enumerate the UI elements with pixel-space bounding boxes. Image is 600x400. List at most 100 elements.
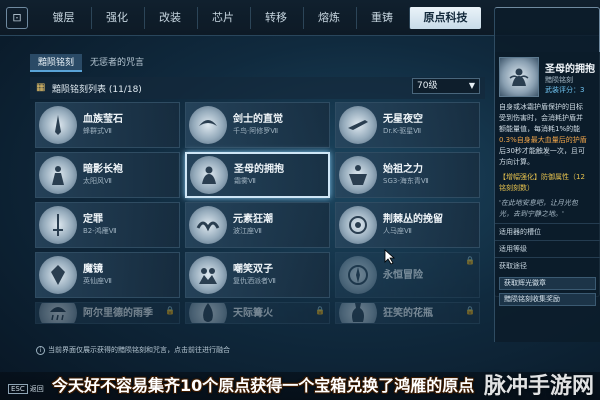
card-name: 始祖之力 [383, 164, 423, 175]
tab-2[interactable]: 改装 [144, 6, 195, 29]
chevron-down-icon: ▼ [468, 81, 475, 90]
sword-icon [39, 206, 77, 244]
back-button[interactable]: ESC 返回 [8, 384, 44, 394]
card-name: 永恒冒险 [383, 269, 423, 281]
compass-icon [339, 256, 377, 294]
slot-row: 适用器的槽位 [495, 223, 600, 240]
card-name: 嘲笑双子 [233, 264, 273, 275]
desc-line: 受到伤害时，会消耗护盾并 [499, 114, 583, 122]
card-name: 元素狂潮 [233, 214, 273, 225]
inscription-card[interactable]: 始祖之力 SG3-海东青Ⅶ [335, 152, 480, 198]
inscription-card[interactable]: 天际篝火 🔒 [185, 302, 330, 324]
quote-line: '在此地安息吧，让月光包 [499, 199, 578, 207]
card-subtitle: 英仙座Ⅶ [83, 277, 112, 285]
hint-bar: i 当前界面仅展示获得的黯陨铭刻和咒言，点击前往进行融合 [30, 343, 485, 357]
inscription-card[interactable]: 荆棘丛的挽留 人马座Ⅶ [335, 202, 480, 248]
card-subtitle: 复仇洒派者Ⅶ [233, 277, 276, 285]
inscription-card[interactable]: 无星夜空 Dr.K-驱星Ⅶ [335, 102, 480, 148]
vase-icon [339, 303, 377, 323]
top-nav: ⊡ 镀层强化改装芯片转移熔炼重铸原点科技 E [0, 0, 600, 297]
card-name: 血族莹石 [83, 114, 123, 125]
inscription-card[interactable]: 血族莹石蜂群式Ⅶ [35, 102, 180, 148]
card-name: 阿尔里德的雨季 [83, 307, 153, 319]
detail-status: 武装评分：3 [545, 85, 585, 94]
card-name: 圣母的拥抱 [234, 164, 284, 175]
card-subtitle: Dr.K-驱星Ⅶ [383, 127, 422, 135]
level-row: 适用等级 [495, 240, 600, 257]
tab-0[interactable]: 镀层 [38, 7, 89, 29]
back-label: 返回 [29, 385, 44, 393]
menu-icon[interactable]: ⊡ [6, 6, 28, 29]
tab-5[interactable]: 熔炼 [303, 6, 354, 29]
level-value: 70级 [417, 81, 438, 91]
tab-4[interactable]: 转移 [250, 6, 301, 29]
card-subtitle: 人马座Ⅶ [383, 227, 412, 235]
detail-title: 圣母的拥抱 [545, 63, 595, 75]
card-name: 定罪 [83, 214, 103, 225]
embrace-icon [190, 156, 228, 194]
desc-line: 额能量值，每消耗1%的能 [499, 125, 581, 133]
card-name: 狂笑的花瓶 [383, 307, 433, 319]
lock-icon: 🔒 [165, 306, 175, 315]
card-subtitle: 千鸟·阿修罗Ⅶ [233, 127, 279, 135]
wave-icon [189, 206, 227, 244]
titan-icon [339, 156, 377, 194]
subtab-inscription[interactable]: 黯陨铭刻 [30, 54, 83, 72]
card-name: 暗影长袍 [83, 164, 123, 175]
card-subtitle: 波江座Ⅶ [233, 227, 262, 235]
sub-tabs: 黯陨铭刻 无惩者的咒言 [30, 52, 485, 74]
inscription-card[interactable]: 剑士的直觉千鸟·阿修罗Ⅶ [185, 102, 330, 148]
inscription-card[interactable]: 永恒冒险 🔒 [335, 252, 480, 298]
source-button-badge[interactable]: 获取辉光徽章 [499, 277, 596, 290]
card-subtitle: SG3-海东青Ⅶ [383, 177, 429, 185]
level-dropdown[interactable]: 70级 ▼ [412, 78, 480, 94]
card-name: 魔镜 [83, 264, 103, 275]
lock-icon: 🔒 [465, 256, 475, 265]
effect-line: 【增幅强化】防御属性（12 [499, 173, 585, 181]
detail-category: 黯陨铭刻 [545, 75, 573, 84]
inscription-card[interactable]: 阿尔里德的雨季 🔒 [35, 302, 180, 324]
desc-line: 后30秒才能触发一次，且可 [499, 147, 585, 155]
fang-icon [39, 106, 77, 144]
inscription-card[interactable]: 魔镜英仙座Ⅶ [35, 252, 180, 298]
grid-icon: ▦ [36, 82, 46, 93]
tab-1[interactable]: 强化 [91, 6, 142, 29]
list-title: 黯陨铭刻列表 (11/18) [52, 84, 142, 95]
inscription-card[interactable]: 暗影长袍太阳风Ⅶ [35, 152, 180, 198]
fire-icon [189, 303, 227, 323]
inscription-card[interactable]: 圣母的拥抱 霜雾Ⅶ [185, 152, 330, 198]
crescent-icon [189, 106, 227, 144]
effect-line: 铭刻刻数） [499, 184, 534, 192]
source-button-reward[interactable]: 黯陨铭刻收集奖励 [499, 293, 596, 306]
tab-3[interactable]: 芯片 [197, 6, 248, 29]
inscription-card[interactable]: 定罪 B2-鸿雁Ⅶ [35, 202, 180, 248]
info-icon: i [36, 346, 45, 355]
detail-panel: 圣母的拥抱 黯陨铭刻 武装评分：3 自身或冰霜护盾保护的目标 受到伤害时，会消耗… [494, 52, 600, 342]
card-name: 天际篝火 [233, 307, 273, 319]
detail-description: 自身或冰霜护盾保护的目标 受到伤害时，会消耗护盾并 额能量值，每消耗1%的能 0… [495, 102, 600, 223]
lock-icon: 🔒 [465, 306, 475, 315]
desc-line: 自身或冰霜护盾保护的目标 [499, 103, 583, 111]
tab-7[interactable]: 原点科技 [409, 6, 481, 29]
card-subtitle: 太阳风Ⅶ [83, 177, 112, 185]
tab-6[interactable]: 重铸 [356, 6, 407, 29]
quote-line: 光，去到宁静之地。' [499, 210, 564, 218]
jet-icon [339, 106, 377, 144]
card-name: 剑士的直觉 [233, 114, 283, 125]
source-label: 获取途径 [495, 257, 600, 274]
mirror-icon [39, 256, 77, 294]
inscription-card[interactable]: 元素狂潮波江座Ⅶ [185, 202, 330, 248]
card-name: 无星夜空 [383, 114, 423, 125]
esc-key: ESC [8, 384, 28, 394]
card-subtitle: 蜂群式Ⅶ [83, 127, 112, 135]
card-name: 荆棘丛的挽留 [383, 214, 443, 225]
desc-line: 0.3%自身最大血量后的护盾 [499, 136, 587, 144]
detail-header: 圣母的拥抱 黯陨铭刻 武装评分：3 [495, 52, 600, 102]
inscription-card[interactable]: 嘲笑双子复仇洒派者Ⅶ [185, 252, 330, 298]
inscription-card[interactable]: 狂笑的花瓶 🔒 [335, 302, 480, 324]
subtab-incantation[interactable]: 无惩者的咒言 [82, 54, 152, 72]
video-caption: 今天好不容易集齐10个原点获得一个宝箱兑换了鸿雁的原点 [52, 376, 475, 395]
cloak-icon [39, 156, 77, 194]
card-subtitle: B2-鸿雁Ⅶ [83, 227, 117, 235]
hint-text: 当前界面仅展示获得的黯陨铭刻和咒言，点击前往进行融合 [48, 346, 230, 354]
